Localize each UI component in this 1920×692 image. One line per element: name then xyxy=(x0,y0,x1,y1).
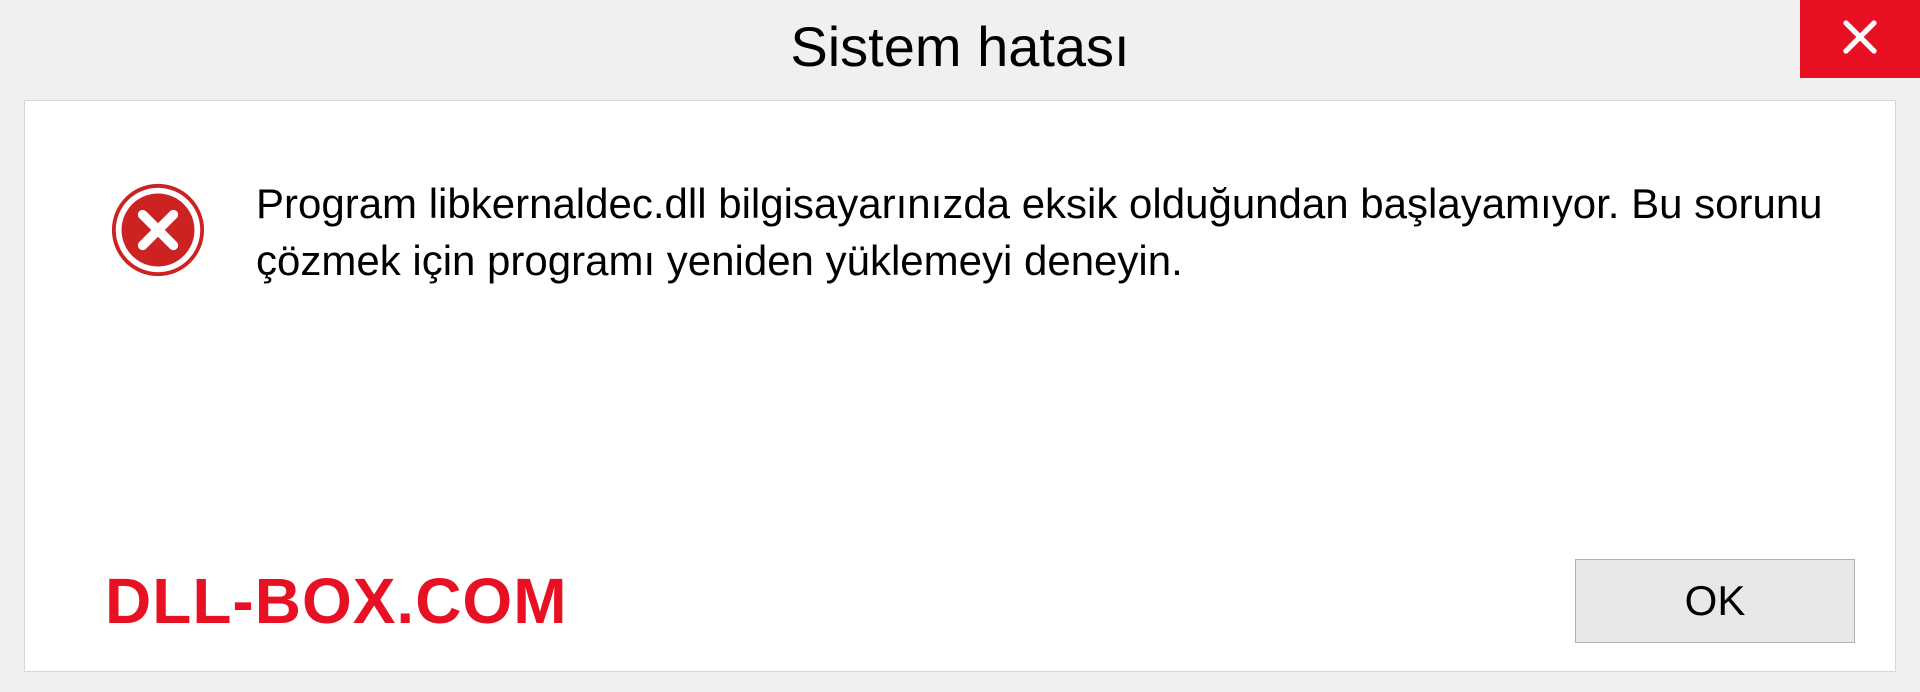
close-button[interactable] xyxy=(1800,0,1920,78)
close-icon xyxy=(1839,16,1881,63)
titlebar: Sistem hatası xyxy=(0,0,1920,92)
error-dialog: Sistem hatası Program li xyxy=(0,0,1920,692)
error-message: Program libkernaldec.dll bilgisayarınızd… xyxy=(256,176,1835,289)
content-panel: Program libkernaldec.dll bilgisayarınızd… xyxy=(24,100,1896,672)
error-icon xyxy=(110,182,206,278)
ok-button[interactable]: OK xyxy=(1575,559,1855,643)
watermark-text: DLL-BOX.COM xyxy=(105,564,568,638)
message-area: Program libkernaldec.dll bilgisayarınızd… xyxy=(110,176,1835,289)
dialog-footer: DLL-BOX.COM OK xyxy=(25,559,1855,643)
dialog-title: Sistem hatası xyxy=(790,14,1129,79)
